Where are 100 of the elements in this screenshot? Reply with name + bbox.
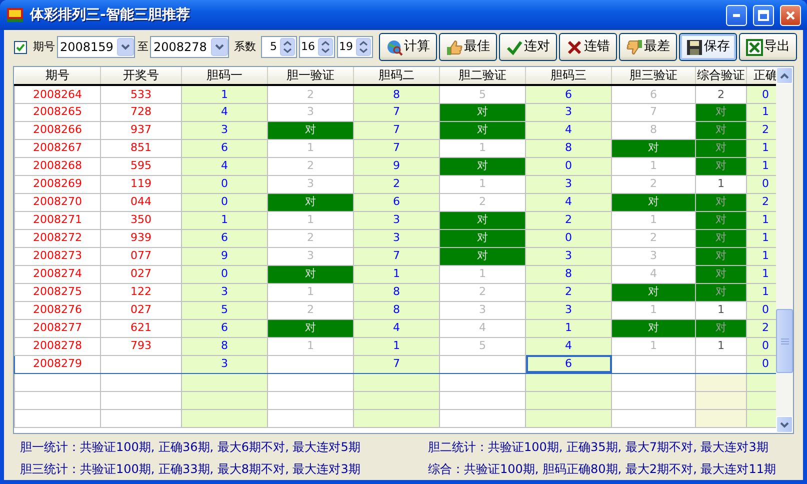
toolbar-button[interactable]: 保存 (679, 33, 737, 61)
table-cell: 对 (696, 247, 746, 265)
maximize-icon (758, 10, 769, 20)
column-header[interactable]: 胆码二 (354, 67, 440, 85)
toolbar-button[interactable]: 最佳 (439, 33, 497, 61)
table-cell: 对 (268, 193, 354, 211)
table-cell: 0 (526, 157, 612, 175)
column-header[interactable]: 胆三验证 (612, 67, 696, 85)
scroll-up-button[interactable] (776, 67, 793, 84)
table-cell: 2008268 (14, 157, 100, 175)
period-start-dropdown[interactable]: 2008159 (57, 36, 136, 58)
table-cell: 对 (696, 319, 746, 337)
table-cell: 2008275 (14, 283, 100, 301)
column-header[interactable]: 综合验证 (696, 67, 746, 85)
toolbar-button[interactable]: 最差 (619, 33, 677, 61)
table-cell: 939 (100, 229, 182, 247)
table-cell: 2008277 (14, 319, 100, 337)
table-cell: 2008274 (14, 265, 100, 283)
minimize-button[interactable] (726, 4, 747, 26)
spinner-arrows-icon (318, 38, 333, 56)
table-cell: 4 (182, 157, 268, 175)
table-cell: 对 (696, 103, 746, 121)
table-cell: 533 (100, 85, 182, 103)
table-cell: 7 (612, 103, 696, 121)
table-cell: 1 (182, 211, 268, 229)
toolbar-button[interactable]: 连错 (559, 33, 617, 61)
table-cell: 3 (526, 301, 612, 319)
table-cell: 3 (182, 355, 268, 373)
spin-field[interactable]: 5 (261, 36, 297, 58)
table-cell: 3 (526, 175, 612, 193)
checkmark-icon (506, 38, 523, 56)
table-cell: 4 (612, 265, 696, 283)
period-end-dropdown[interactable]: 2008278 (150, 36, 229, 58)
table-cell: 3 (354, 211, 440, 229)
table-cell: 937 (100, 121, 182, 139)
table-cell: 2008267 (14, 139, 100, 157)
table-cell: 8 (354, 85, 440, 103)
column-header[interactable]: 开奖号 (100, 67, 182, 85)
table-cell: 595 (100, 157, 182, 175)
table-cell: 对 (696, 157, 746, 175)
table-cell: 1 (440, 139, 526, 157)
table-cell: 2 (612, 175, 696, 193)
table-cell: 3 (268, 247, 354, 265)
table-cell: 0 (182, 193, 268, 211)
column-header[interactable]: 胆一验证 (268, 67, 354, 85)
table-cell: 027 (100, 301, 182, 319)
table-cell: 2 (354, 175, 440, 193)
table-cell: 1 (612, 301, 696, 319)
table-cell: 1 (268, 139, 354, 157)
table-cell: 7 (354, 139, 440, 157)
table-cell: 对 (696, 283, 746, 301)
scrollbar-thumb[interactable] (776, 309, 793, 373)
toolbar-button[interactable]: 连对 (499, 33, 557, 61)
spin-field[interactable]: 19 (337, 36, 373, 58)
table-cell: 2 (440, 193, 526, 211)
coefficient-label: 系数 (234, 40, 256, 54)
table-cell: 2 (440, 283, 526, 301)
toolbar-button[interactable]: 计算 (379, 33, 437, 61)
checkbox[interactable] (14, 40, 27, 54)
table-cell: 3 (526, 103, 612, 121)
scroll-down-button[interactable] (776, 416, 793, 433)
maximize-button[interactable] (753, 4, 774, 26)
table-cell: 728 (100, 103, 182, 121)
table-cell: 1 (354, 337, 440, 355)
thumbs-up-icon (446, 38, 463, 56)
column-header[interactable]: 胆码三 (526, 67, 612, 85)
table-cell: 1 (746, 247, 776, 265)
table-cell: 1 (746, 103, 776, 121)
table-cell: 0 (746, 301, 776, 319)
table-cell: 2 (746, 319, 776, 337)
table-cell: 对 (440, 121, 526, 139)
app-icon (6, 6, 24, 24)
grip-icon (780, 338, 789, 344)
table-cell: 2 (268, 229, 354, 247)
spinner-arrows-icon (356, 38, 371, 56)
table-cell: 9 (182, 247, 268, 265)
table-cell: 对 (612, 283, 696, 301)
table-cell: 027 (100, 265, 182, 283)
table-cell: 0 (746, 355, 776, 373)
column-header[interactable]: 胆二验证 (440, 67, 526, 85)
search-globe-icon (386, 38, 403, 56)
toolbar-button[interactable]: 导出 (739, 33, 797, 61)
table-cell: 3 (612, 247, 696, 265)
table-cell: 2008266 (14, 121, 100, 139)
table-cell: 4 (526, 121, 612, 139)
table-cell: 对 (612, 139, 696, 157)
close-button[interactable] (780, 4, 801, 26)
table-cell: 4 (526, 337, 612, 355)
table-cell: 1 (746, 283, 776, 301)
column-header[interactable]: 胆码一 (182, 67, 268, 85)
table-cell: 2008270 (14, 193, 100, 211)
spin-field[interactable]: 16 (299, 36, 335, 58)
table-cell: 7 (354, 121, 440, 139)
table-cell: 3 (440, 301, 526, 319)
table-cell: 对 (440, 157, 526, 175)
table-cell: 对 (440, 229, 526, 247)
table-cell: 6 (182, 229, 268, 247)
table-cell: 851 (100, 139, 182, 157)
column-header[interactable]: 期号 (14, 67, 100, 85)
table-cell: 2 (268, 301, 354, 319)
